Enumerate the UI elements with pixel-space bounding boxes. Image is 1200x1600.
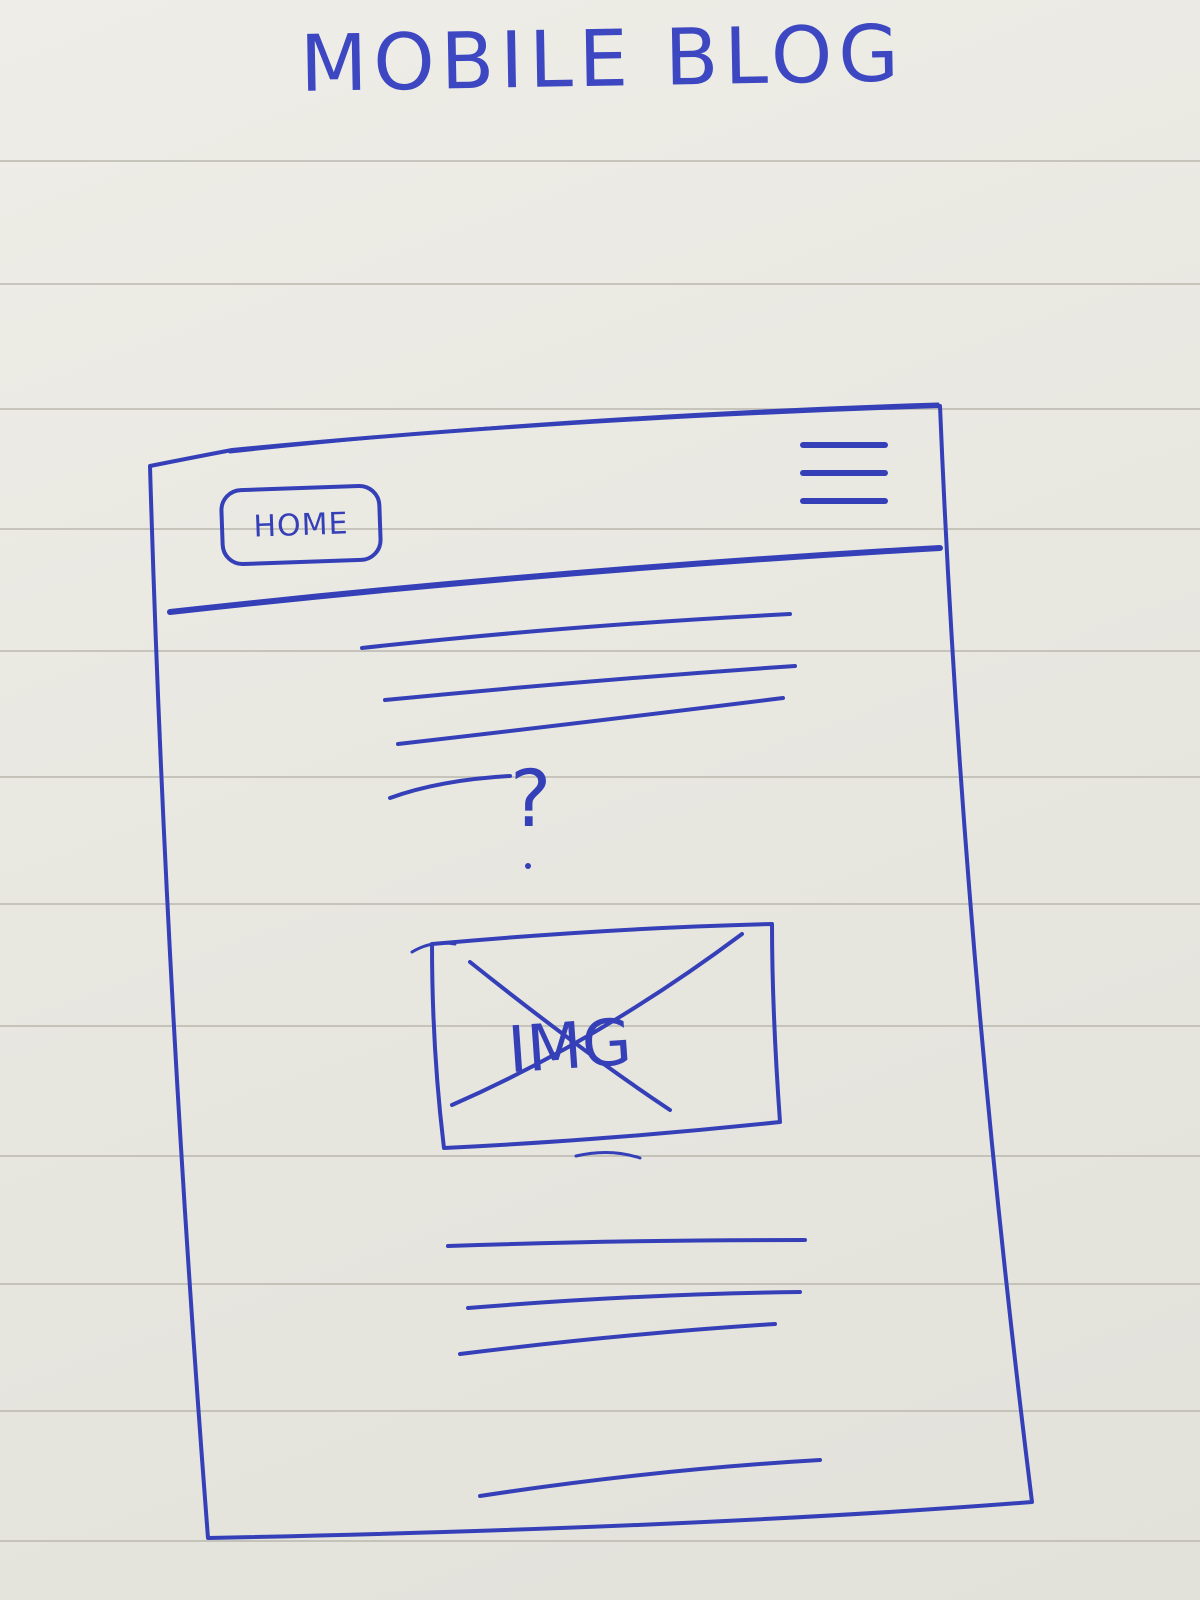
question-mark-dot [525,863,531,869]
text-line [446,1238,807,1248]
text-line [396,696,785,746]
hamburger-menu-icon[interactable] [792,432,896,520]
phone-wireframe: ? [148,402,1034,1540]
menu-bar [800,498,888,504]
question-mark: ? [510,755,551,845]
image-caption-mark [574,1150,642,1160]
phone-frame [148,404,1034,1540]
footer-line [478,1458,822,1498]
image-placeholder-label: IMG [505,1005,635,1089]
menu-bar [800,442,888,448]
notebook-page: MOBILE BLOG ? HOME IMG [0,0,1200,1600]
text-line [458,1322,777,1356]
text-line [388,774,512,800]
text-line [360,612,792,650]
menu-bar [800,470,888,476]
text-line [466,1290,802,1310]
home-button[interactable]: HOME [218,483,384,567]
home-label: HOME [252,505,350,545]
text-line [383,664,797,702]
